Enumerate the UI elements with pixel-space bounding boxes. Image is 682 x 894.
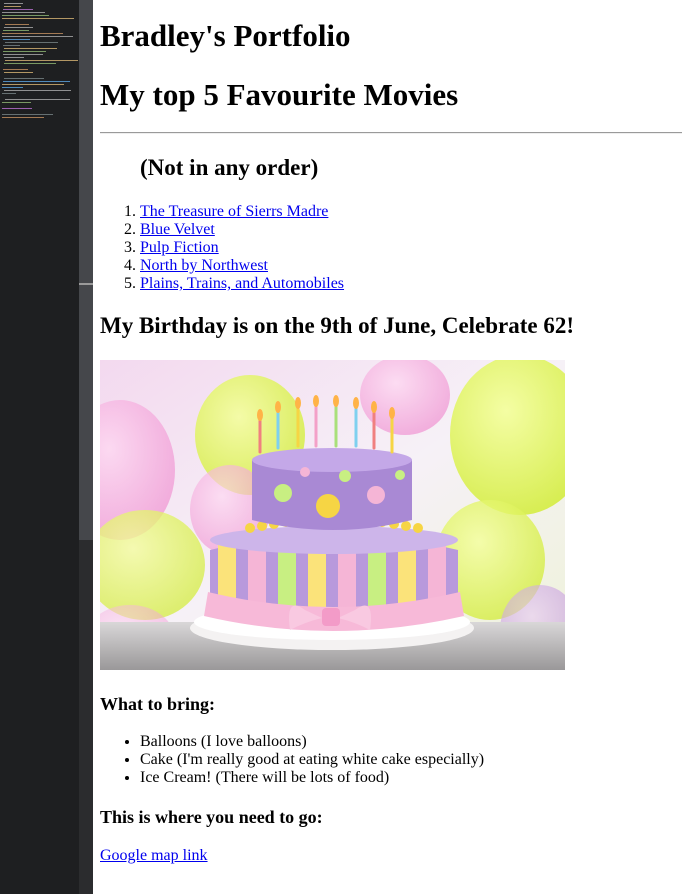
code-line <box>2 36 73 37</box>
code-line <box>5 99 70 100</box>
code-line <box>2 33 63 34</box>
movie-link-2[interactable]: Blue Velvet <box>140 221 215 238</box>
where-to-go-heading: This is where you need to go: <box>100 807 323 827</box>
code-line <box>2 84 64 85</box>
birthday-heading: My Birthday is on the 9th of June, Celeb… <box>100 313 575 338</box>
code-line <box>4 78 44 79</box>
code-line <box>3 9 33 10</box>
list-item: Blue Velvet <box>140 221 344 239</box>
code-line <box>5 42 58 43</box>
editor-scrollbar-thumb[interactable] <box>79 0 93 540</box>
code-line <box>2 102 31 103</box>
movies-heading: My top 5 Favourite Movies <box>100 77 459 112</box>
list-item: Cake (I'm really good at eating white ca… <box>140 751 484 769</box>
code-editor-panel <box>0 0 93 894</box>
bring-list: Balloons (I love balloons) Cake (I'm rea… <box>100 733 484 787</box>
code-line <box>3 81 70 82</box>
horizontal-divider <box>100 132 682 134</box>
code-line <box>2 93 16 94</box>
code-line <box>2 15 49 16</box>
movie-list: The Treasure of Sierrs Madre Blue Velvet… <box>100 203 344 293</box>
scroll-position-marker <box>79 283 93 285</box>
code-line <box>3 54 43 55</box>
list-item: Balloons (I love balloons) <box>140 733 484 751</box>
code-line <box>4 27 33 28</box>
birthday-cake-photo <box>100 360 565 670</box>
list-item: Ice Cream! (There will be lots of food) <box>140 769 484 787</box>
code-line <box>4 90 71 91</box>
code-line <box>4 48 57 49</box>
code-line <box>2 117 44 118</box>
code-line <box>3 69 28 70</box>
code-minimap <box>0 0 79 894</box>
code-line <box>3 39 30 40</box>
code-line <box>2 87 23 88</box>
list-item: Pulp Fiction <box>140 239 344 257</box>
page-title: Bradley's Portfolio <box>100 18 351 53</box>
code-line <box>4 3 23 4</box>
order-note: (Not in any order) <box>140 155 319 180</box>
list-item: Plains, Trains, and Automobiles <box>140 275 344 293</box>
movie-link-1[interactable]: The Treasure of Sierrs Madre <box>140 203 328 220</box>
code-line <box>3 51 46 52</box>
google-map-link[interactable]: Google map link <box>100 847 208 865</box>
movie-link-5[interactable]: Plains, Trains, and Automobiles <box>140 275 344 292</box>
list-item: The Treasure of Sierrs Madre <box>140 203 344 221</box>
code-line <box>2 18 74 19</box>
code-line <box>5 24 29 25</box>
code-line <box>2 114 53 115</box>
code-line <box>2 108 32 109</box>
code-line <box>2 12 45 13</box>
code-line <box>4 6 21 7</box>
code-line <box>5 60 78 61</box>
what-to-bring-heading: What to bring: <box>100 694 216 714</box>
movie-link-3[interactable]: Pulp Fiction <box>140 239 219 256</box>
code-line <box>4 63 56 64</box>
code-line <box>4 57 24 58</box>
code-line <box>3 30 29 31</box>
list-item: North by Northwest <box>140 257 344 275</box>
code-line <box>4 72 33 73</box>
code-line <box>3 45 20 46</box>
movie-link-4[interactable]: North by Northwest <box>140 257 268 274</box>
